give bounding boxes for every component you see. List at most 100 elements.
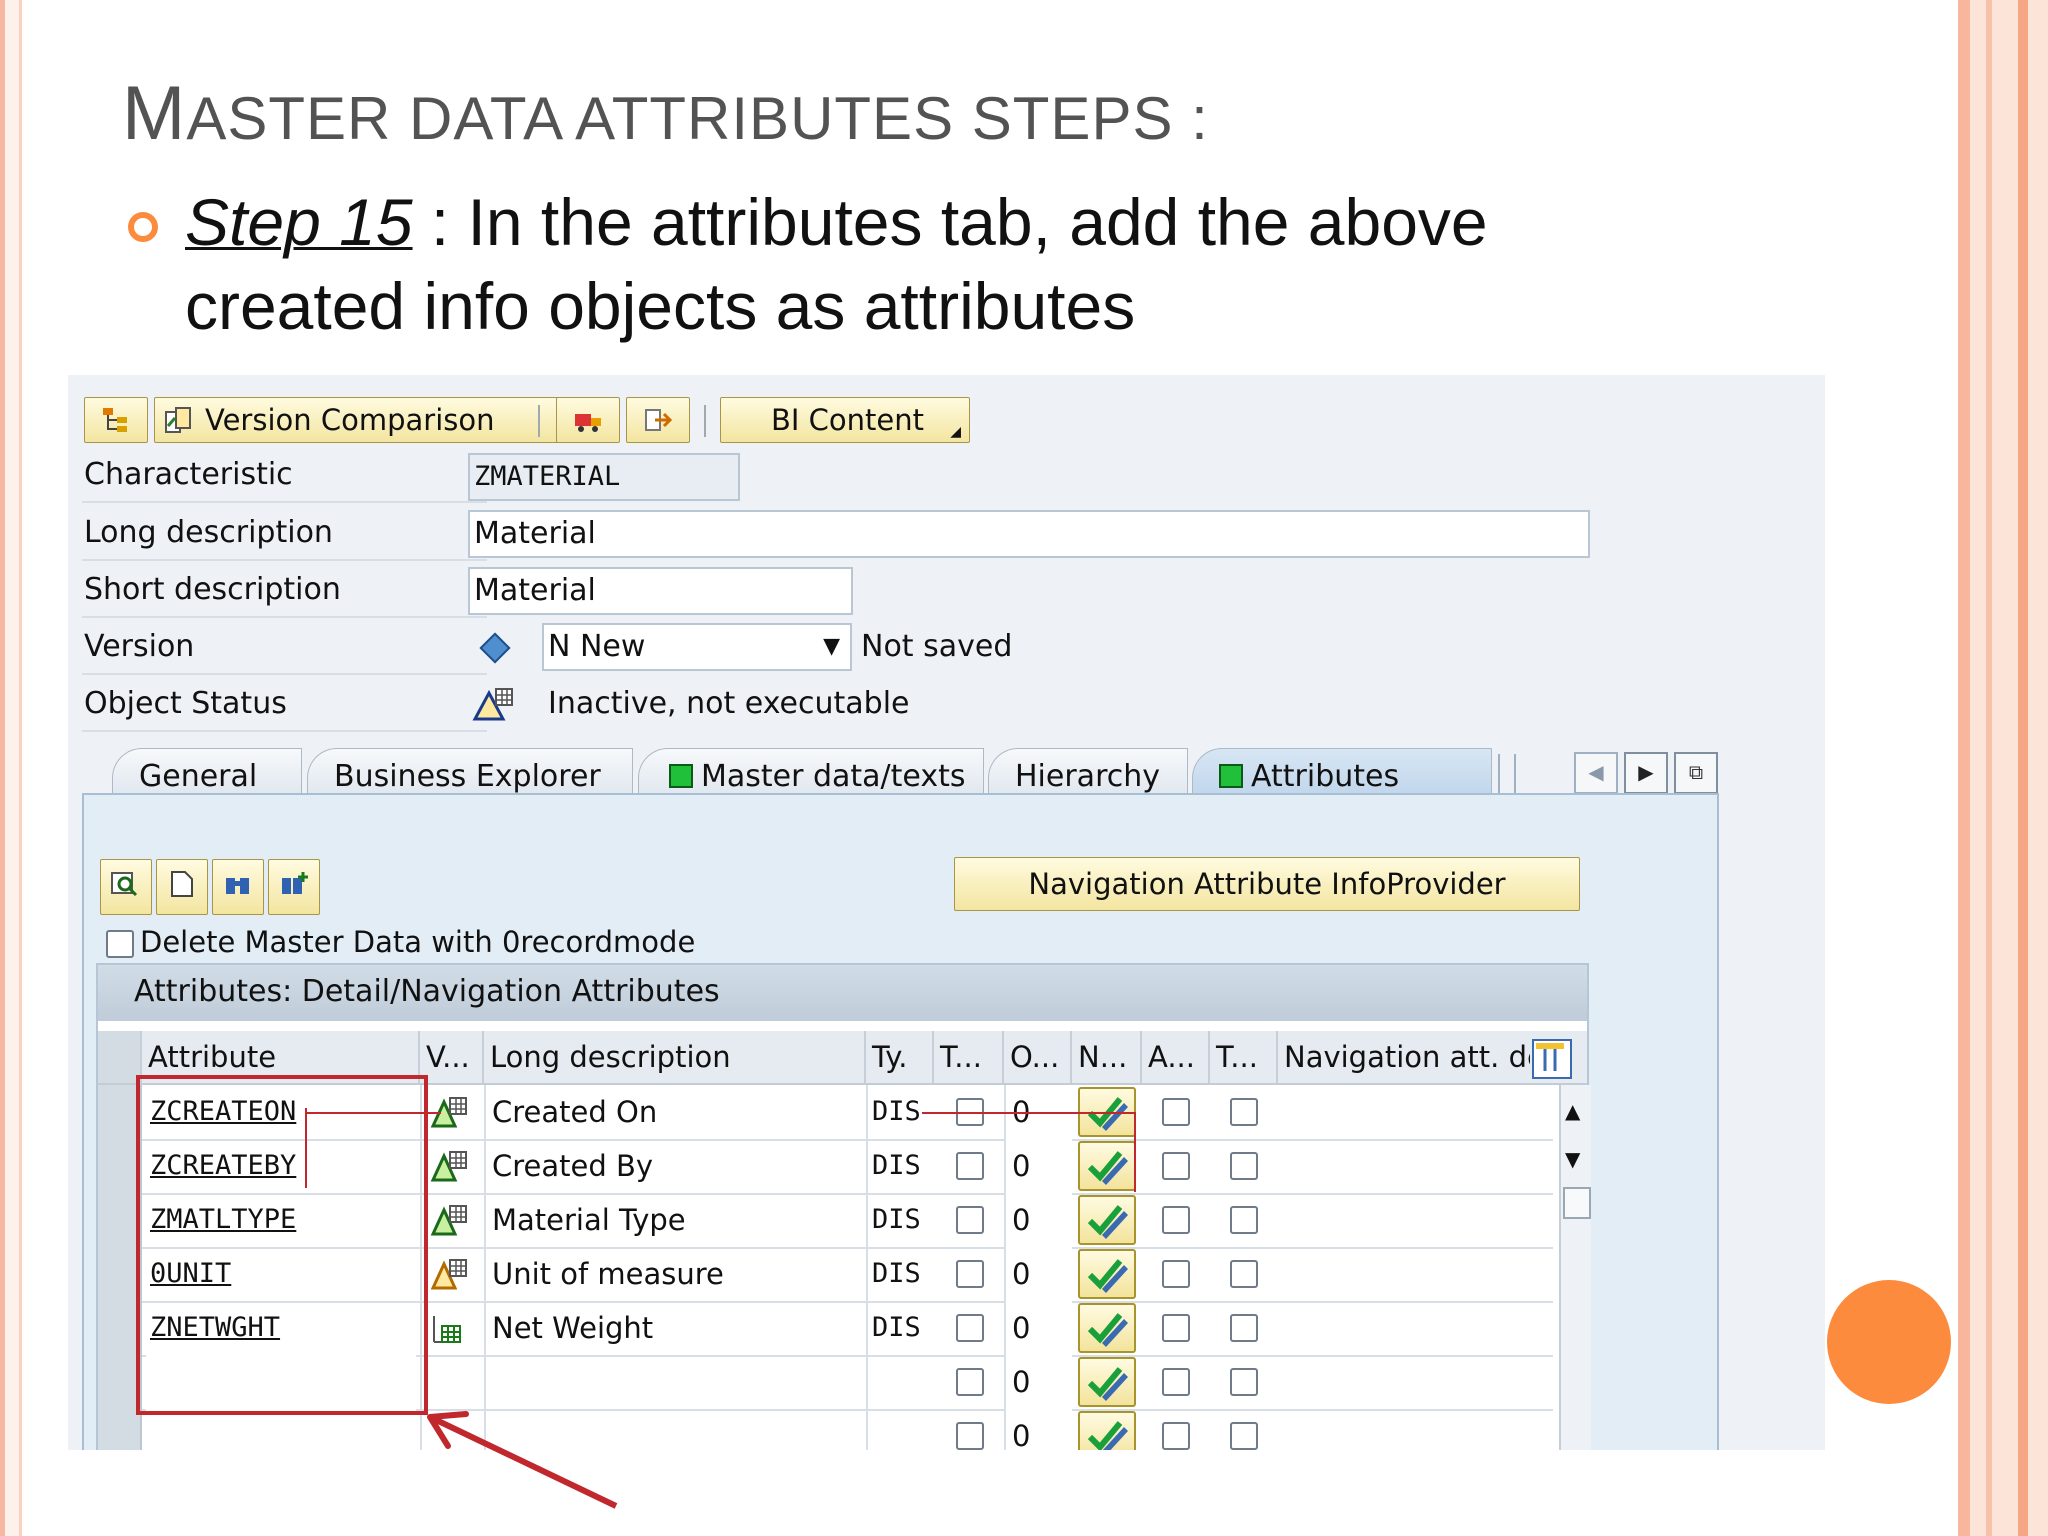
- new-button[interactable]: [156, 859, 208, 915]
- scroll-thumb[interactable]: [1563, 1187, 1591, 1219]
- type-cell[interactable]: DIS: [866, 1301, 934, 1355]
- time-dependent-checkbox[interactable]: [956, 1152, 984, 1180]
- order-cell[interactable]: 0: [1004, 1139, 1072, 1193]
- bi-content-label: BI Content: [771, 403, 925, 437]
- highlight-box: [136, 1075, 428, 1415]
- hierarchy-icon: [103, 408, 127, 432]
- type-cell[interactable]: DIS: [866, 1193, 934, 1247]
- time-dependent-checkbox[interactable]: [956, 1422, 984, 1450]
- slide-title: MASTER DATA ATTRIBUTES STEPS :: [122, 71, 1209, 156]
- long-description-label: Long description: [84, 515, 333, 550]
- description-cell[interactable]: Net Weight: [484, 1301, 866, 1355]
- text-checkbox[interactable]: [1230, 1152, 1258, 1180]
- authorization-checkbox[interactable]: [1162, 1260, 1190, 1288]
- bi-content-button[interactable]: BI Content ◢: [720, 397, 970, 443]
- order-cell[interactable]: 0: [1004, 1301, 1072, 1355]
- col-order[interactable]: O...: [1004, 1031, 1072, 1083]
- version-comparison-button[interactable]: Version Comparison ◢: [154, 397, 598, 443]
- navigation-check-pencil-icon: [1087, 1205, 1128, 1239]
- text-checkbox[interactable]: [1230, 1422, 1258, 1450]
- find-next-button[interactable]: [268, 859, 320, 915]
- navigation-check-pencil-icon: [1087, 1151, 1128, 1185]
- step-description: Step 15 : In the attributes tab, add the…: [185, 180, 1685, 348]
- navigation-toggle-button[interactable]: [1078, 1195, 1136, 1245]
- navigation-check-pencil-icon: [1087, 1421, 1128, 1450]
- col-type[interactable]: Ty.: [866, 1031, 934, 1083]
- version-select-value: N New: [548, 629, 646, 664]
- new-document-icon: [171, 871, 193, 897]
- object-status-label: Object Status: [84, 686, 287, 721]
- find-button[interactable]: [212, 859, 264, 915]
- tab-scroll-right-icon[interactable]: ▶: [1624, 752, 1668, 794]
- authorization-checkbox[interactable]: [1162, 1206, 1190, 1234]
- transport-icon: [575, 414, 601, 432]
- order-cell[interactable]: 0: [1004, 1355, 1072, 1409]
- order-cell[interactable]: 0: [1004, 1247, 1072, 1301]
- description-cell[interactable]: Unit of measure: [484, 1247, 866, 1301]
- long-description-input[interactable]: Material: [468, 510, 1590, 558]
- tab-scroll-left-icon[interactable]: ◀: [1574, 752, 1618, 794]
- authorization-checkbox[interactable]: [1162, 1314, 1190, 1342]
- text-checkbox[interactable]: [1230, 1260, 1258, 1288]
- short-description-input[interactable]: Material: [468, 567, 853, 615]
- col-navigation-att-desc[interactable]: Navigation att. de: [1278, 1031, 1530, 1083]
- type-cell[interactable]: DIS: [866, 1247, 934, 1301]
- red-arrow-icon: [427, 1411, 618, 1509]
- navigation-toggle-button[interactable]: [1078, 1411, 1136, 1450]
- delete-master-data-checkbox[interactable]: [106, 930, 134, 958]
- tab-list-icon[interactable]: ⧉: [1674, 752, 1718, 794]
- detail-view-button[interactable]: [100, 859, 152, 915]
- row-selector[interactable]: [98, 1409, 142, 1450]
- col-version[interactable]: V...: [420, 1031, 484, 1083]
- scroll-up-icon[interactable]: ▲: [1565, 1099, 1580, 1123]
- characteristic-label: Characteristic: [84, 457, 293, 492]
- type-cell[interactable]: DIS: [866, 1139, 934, 1193]
- authorization-checkbox[interactable]: [1162, 1152, 1190, 1180]
- version-status-icon: [420, 1301, 484, 1355]
- time-dependent-checkbox[interactable]: [956, 1260, 984, 1288]
- navigation-toggle-button[interactable]: [1078, 1249, 1136, 1299]
- binoculars-plus-icon: [282, 872, 308, 894]
- text-checkbox[interactable]: [1230, 1314, 1258, 1342]
- time-dependent-checkbox[interactable]: [956, 1368, 984, 1396]
- version-label: Version: [84, 629, 195, 664]
- export-button[interactable]: [626, 397, 690, 443]
- sap-screenshot: Version Comparison ◢ BI Content ◢ Charac…: [68, 375, 1825, 1450]
- navigation-toggle-button[interactable]: [1078, 1141, 1136, 1191]
- version-status-icon: [420, 1139, 484, 1193]
- col-navigation[interactable]: N...: [1072, 1031, 1142, 1083]
- type-cell[interactable]: [866, 1409, 934, 1450]
- authorization-checkbox[interactable]: [1162, 1422, 1190, 1450]
- description-cell[interactable]: Created By: [484, 1139, 866, 1193]
- order-cell[interactable]: 0: [1004, 1193, 1072, 1247]
- col-time-dependent[interactable]: T...: [934, 1031, 1004, 1083]
- version-select[interactable]: N New ▼: [542, 623, 852, 671]
- order-cell[interactable]: 0: [1004, 1409, 1072, 1450]
- col-authorization[interactable]: A...: [1142, 1031, 1210, 1083]
- version-comparison-label: Version Comparison: [205, 403, 495, 437]
- authorization-checkbox[interactable]: [1162, 1098, 1190, 1126]
- hierarchy-button[interactable]: [84, 397, 148, 443]
- description-cell[interactable]: Material Type: [484, 1193, 866, 1247]
- col-text[interactable]: T...: [1210, 1031, 1278, 1083]
- navigation-attribute-infoprovider-button[interactable]: Navigation Attribute InfoProvider: [954, 857, 1580, 911]
- bullet-icon: [128, 212, 158, 242]
- column-settings-icon[interactable]: [1532, 1039, 1572, 1079]
- scroll-down-icon[interactable]: ▼: [1565, 1147, 1580, 1171]
- col-long-description[interactable]: Long description: [484, 1031, 866, 1083]
- table-scrollbar[interactable]: ▲ ▼: [1559, 1085, 1591, 1450]
- chevron-down-icon: ▼: [823, 634, 840, 659]
- description-cell[interactable]: Created On: [484, 1085, 866, 1139]
- type-cell[interactable]: [866, 1355, 934, 1409]
- authorization-checkbox[interactable]: [1162, 1368, 1190, 1396]
- navigation-toggle-button[interactable]: [1078, 1303, 1136, 1353]
- navigation-toggle-button[interactable]: [1078, 1357, 1136, 1407]
- transport-button[interactable]: [556, 397, 620, 443]
- time-dependent-checkbox[interactable]: [956, 1314, 984, 1342]
- text-checkbox[interactable]: [1230, 1368, 1258, 1396]
- decorative-circle: [1827, 1280, 1951, 1404]
- attribute-cell[interactable]: [146, 1409, 416, 1450]
- text-checkbox[interactable]: [1230, 1206, 1258, 1234]
- text-checkbox[interactable]: [1230, 1098, 1258, 1126]
- time-dependent-checkbox[interactable]: [956, 1206, 984, 1234]
